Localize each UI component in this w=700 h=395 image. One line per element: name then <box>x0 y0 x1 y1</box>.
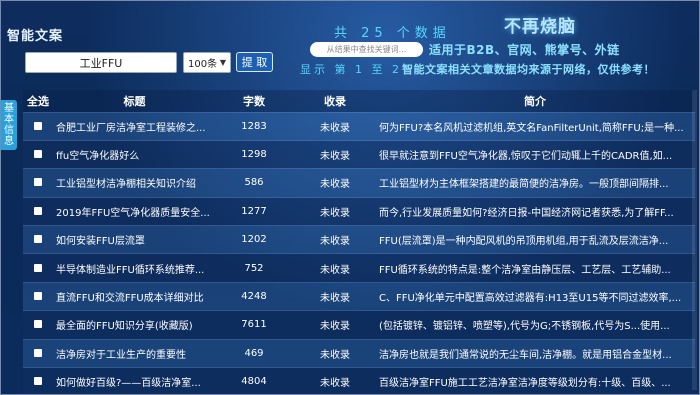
row-index-status: 未收录 <box>320 207 350 219</box>
search-input[interactable]: 工业FFU <box>25 52 177 73</box>
row-index-status: 未收录 <box>320 349 350 361</box>
row-summary: FFU(层流罩)是一种内配风机的吊顶用机组,用于乱流及层流洁净... <box>379 236 669 248</box>
app-window: 智能文案 工业FFU 100条 ▼ 提 取 共 25 个数据 不再烧脑 从结果中… <box>0 0 700 395</box>
table-body: 合肥工业厂房洁净室工程装修之... 1283 未收录 何为FFU?本名风机过滤机组,英… <box>23 112 695 394</box>
side-tab-basic-info[interactable]: 基本信息 <box>1 100 17 150</box>
row-word-count: 752 <box>244 262 264 274</box>
checkbox-icon <box>34 150 42 159</box>
row-summary: 工业铝型材为主体框架搭建的最简便的洁净房。一般顶部间隔排... <box>379 179 669 191</box>
row-checkbox[interactable] <box>23 169 53 197</box>
row-index-status: 未收录 <box>320 264 350 276</box>
checkbox-icon <box>34 320 42 329</box>
row-title[interactable]: 如何安装FFU层流罩 <box>53 226 213 254</box>
table-row[interactable]: 最全面的FFU知识分享(收藏版) 7611 未收录 (包括镀锌、镀铝锌、喷塑等),代号… <box>23 310 695 340</box>
scrollbar[interactable] <box>692 90 697 390</box>
table-row[interactable]: 工业铝型材洁净棚相关知识介绍 586 未收录 工业铝型材为主体框架搭建的最简便的洁净房… <box>23 168 695 198</box>
row-checkbox[interactable] <box>23 140 53 168</box>
row-title[interactable]: 最全面的FFU知识分享(收藏版) <box>53 311 213 339</box>
count-header: 字数 <box>213 90 295 112</box>
app-title: 智能文案 <box>7 29 64 44</box>
select-all-header[interactable]: 全选 <box>23 90 53 112</box>
row-title[interactable]: 洁净房对于工业生产的重要性 <box>53 339 213 367</box>
summary-header: 简介 <box>375 90 695 112</box>
row-word-count: 1283 <box>241 120 267 132</box>
row-word-count: 4248 <box>241 291 267 303</box>
row-word-count: 1202 <box>241 234 267 246</box>
row-title[interactable]: 半导体制造业FFU循环系统推荐... <box>53 254 213 282</box>
row-title[interactable]: ffu空气净化器好么 <box>53 140 213 168</box>
table-row[interactable]: 2019年FFU空气净化器质量安全... 1277 未收录 而今,行业发展质量如何?经… <box>23 197 695 226</box>
row-index-status: 未收录 <box>320 151 350 163</box>
tagline: 不再烧脑 <box>504 17 576 37</box>
checkbox-icon <box>34 292 42 301</box>
row-checkbox[interactable] <box>23 368 53 394</box>
row-word-count: 586 <box>244 177 264 189</box>
checkbox-icon <box>34 178 42 187</box>
filter-keyword-placeholder: 从结果中查找关键词... <box>326 45 407 54</box>
row-summary: 百级洁净室FFU施工工艺洁净室洁净度等级划分有:十级、百级、... <box>379 378 671 390</box>
table-row[interactable]: 合肥工业厂房洁净室工程装修之... 1283 未收录 何为FFU?本名风机过滤机组,英… <box>23 112 695 141</box>
row-word-count: 7611 <box>241 319 267 331</box>
table-row[interactable]: 如何安装FFU层流罩 1202 未收录 FFU(层流罩)是一种内配风机的吊顶用机组,用… <box>23 225 695 254</box>
extract-button[interactable]: 提 取 <box>236 52 273 72</box>
search-input-value: 工业FFU <box>79 56 123 70</box>
checkbox-icon <box>34 206 42 215</box>
row-index-status: 未收录 <box>320 321 350 333</box>
row-checkbox[interactable] <box>23 282 53 310</box>
title-header: 标题 <box>53 90 213 112</box>
row-checkbox[interactable] <box>23 339 53 367</box>
row-summary: C、FFU净化单元中配置高效过滤器有:H13至U15等不同过滤效率,... <box>379 293 682 305</box>
row-title[interactable]: 如何做好百级?——百级洁净室... <box>53 368 213 394</box>
chevron-down-icon: ▼ <box>219 58 226 67</box>
row-index-status: 未收录 <box>320 236 350 248</box>
row-word-count: 469 <box>244 347 264 359</box>
table-row[interactable]: 直流FFU和交流FFU成本详细对比 4248 未收录 C、FFU净化单元中配置高效过滤… <box>23 282 695 311</box>
side-tab-label: 基本信息 <box>4 103 14 147</box>
row-word-count: 1298 <box>241 149 267 161</box>
row-summary: FFU循环系统的特点是:整个洁净室由静压层、工艺层、工艺辅助... <box>379 264 671 276</box>
page-size-value: 100条 <box>188 59 218 70</box>
row-checkbox[interactable] <box>23 197 53 225</box>
row-title[interactable]: 直流FFU和交流FFU成本详细对比 <box>53 282 213 310</box>
checkbox-icon <box>34 235 42 244</box>
checkbox-icon <box>34 263 42 272</box>
table-row[interactable]: 如何做好百级?——百级洁净室... 4804 未收录 百级洁净室FFU施工工艺洁净室洁… <box>23 367 695 394</box>
status-header: 收录 <box>295 90 375 112</box>
display-range-prefix: 显示 第 1 至 2 <box>300 63 402 76</box>
checkbox-icon <box>34 348 42 357</box>
row-checkbox[interactable] <box>23 112 53 140</box>
disclaimer-text: 智能文案相关文章数据均来源于网络，仅供参考！ <box>401 63 655 76</box>
row-summary: 洁净房也就是我们通常说的无尘车间,洁净棚。就是用铝合金型材... <box>379 349 672 361</box>
result-count: 共 25 个数据 <box>334 26 451 41</box>
checkbox-icon <box>34 121 42 130</box>
row-checkbox[interactable] <box>23 254 53 282</box>
table-row[interactable]: 洁净房对于工业生产的重要性 469 未收录 洁净房也就是我们通常说的无尘车间,洁净棚。… <box>23 339 695 368</box>
row-summary: (包括镀锌、镀铝锌、喷塑等),代号为G;不锈钢板,代号为S...使用... <box>379 321 670 333</box>
row-title[interactable]: 合肥工业厂房洁净室工程装修之... <box>53 112 213 140</box>
row-summary: 而今,行业发展质量如何?经济日报-中国经济网记者获悉,为了解FF... <box>379 207 674 219</box>
filter-keyword-input[interactable]: 从结果中查找关键词... <box>310 42 423 57</box>
row-summary: 何为FFU?本名风机过滤机组,英文名FanFilterUnit,简称FFU;是一… <box>379 122 684 134</box>
row-index-status: 未收录 <box>320 122 350 134</box>
promo-text: 适用于B2B、官网、熊掌号、外链 <box>429 43 620 57</box>
table-row[interactable]: ffu空气净化器好么 1298 未收录 很早就注意到FFU空气净化器,惊叹于它们动辄上… <box>23 140 695 169</box>
checkbox-icon <box>34 377 42 386</box>
row-checkbox[interactable] <box>23 311 53 339</box>
row-index-status: 未收录 <box>320 179 350 191</box>
row-summary: 很早就注意到FFU空气净化器,惊叹于它们动辄上千的CADR值,如... <box>379 151 673 163</box>
row-title[interactable]: 工业铝型材洁净棚相关知识介绍 <box>53 169 213 197</box>
results-table: 全选 标题 字数 收录 简介 合肥工业厂房洁净室工程装修之... 1283 未收录 何… <box>23 90 695 394</box>
row-word-count: 1277 <box>241 205 267 217</box>
row-title[interactable]: 2019年FFU空气净化器质量安全... <box>53 197 213 225</box>
row-index-status: 未收录 <box>320 378 350 390</box>
page-size-select[interactable]: 100条 ▼ <box>183 52 231 73</box>
row-word-count: 4804 <box>241 376 267 388</box>
row-checkbox[interactable] <box>23 226 53 254</box>
display-range: 显示 第 1 至 2智能文案相关文章数据均来源于网络，仅供参考！ <box>300 61 655 77</box>
table-header-row: 全选 标题 字数 收录 简介 <box>23 90 695 112</box>
row-index-status: 未收录 <box>320 293 350 305</box>
table-row[interactable]: 半导体制造业FFU循环系统推荐... 752 未收录 FFU循环系统的特点是:整个洁净… <box>23 253 695 283</box>
